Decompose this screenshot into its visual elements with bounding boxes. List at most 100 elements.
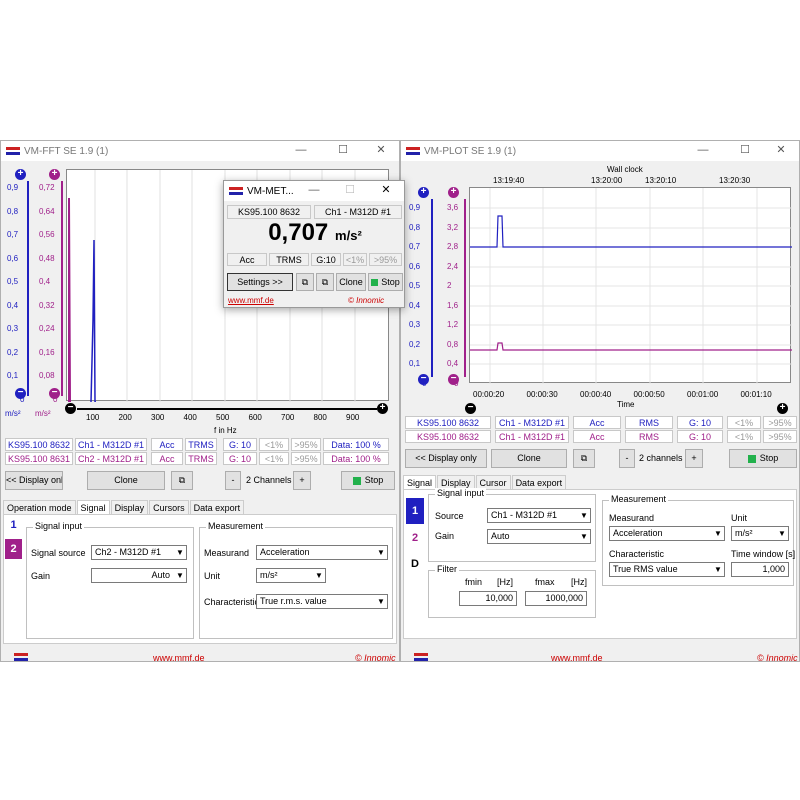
- plot-ch-tab-1[interactable]: 1: [406, 498, 424, 524]
- plot-unit-label: Unit: [731, 513, 748, 523]
- fft-channels-plus-button[interactable]: +: [293, 471, 311, 490]
- meter-settings-button[interactable]: Settings >>: [227, 273, 293, 291]
- meter-copy1-button[interactable]: ⧉: [296, 273, 314, 291]
- plot-x-zoom-out-icon[interactable]: −: [465, 403, 476, 414]
- fft-purple-zoom-out-icon[interactable]: −: [49, 388, 60, 399]
- fft-blue-zoom-out-icon[interactable]: −: [15, 388, 26, 399]
- fft-tab-operation-mode[interactable]: Operation mode: [3, 500, 76, 515]
- meter-link[interactable]: www.mmf.de: [228, 296, 274, 305]
- fft-gain-select[interactable]: Auto ▼: [91, 568, 187, 583]
- plot-tw-label: Time window [s]: [731, 549, 796, 559]
- minimize-icon[interactable]: —: [683, 141, 723, 161]
- fft-stop-button[interactable]: Stop: [341, 471, 395, 490]
- meter-stop-button[interactable]: Stop: [368, 273, 403, 291]
- fft-y-tick-blue: 0,3: [7, 324, 19, 333]
- meter-copy2-button[interactable]: ⧉: [316, 273, 334, 291]
- close-icon[interactable]: ✕: [761, 141, 799, 161]
- meter-gain: G:10: [311, 253, 341, 266]
- plot-blue-zoom-out-icon[interactable]: −: [418, 374, 429, 385]
- maximize-icon[interactable]: ☐: [323, 141, 363, 161]
- plot-y-tick-blue: 0,9: [409, 203, 421, 212]
- plot-char-select[interactable]: True RMS value ▼: [609, 562, 725, 577]
- fft-x-tick: 600: [248, 413, 262, 422]
- fft-row2-lo: <1%: [259, 452, 289, 465]
- plot-stop-button[interactable]: Stop: [729, 449, 797, 468]
- fft-y-tick-blue: 0,9: [7, 183, 19, 192]
- plot-clone-button[interactable]: Clone: [491, 449, 567, 468]
- fft-blue-zoom-in-icon[interactable]: +: [15, 169, 26, 180]
- plot-y-tick-purple: 2,4: [447, 261, 459, 271]
- fft-x-zoom-out-icon[interactable]: −: [65, 403, 76, 414]
- fft-char-label: Characteristic: [204, 597, 260, 607]
- fft-measurand-select[interactable]: Acceleration ▼: [256, 545, 388, 560]
- fft-x-tick: 100: [86, 413, 100, 422]
- app-logo-icon: [6, 147, 20, 155]
- app-logo-icon: [406, 147, 420, 155]
- fft-channels-minus-button[interactable]: -: [225, 471, 241, 490]
- meter-low: <1%: [343, 253, 367, 266]
- plot-x-tick: 00:01:00: [687, 390, 719, 399]
- plot-channels-plus-button[interactable]: +: [685, 449, 703, 468]
- fft-copyright: © Innomic: [355, 653, 396, 662]
- fft-y-tick-blue: 0,8: [7, 206, 19, 216]
- plot-link[interactable]: www.mmf.de: [551, 653, 603, 661]
- fft-tab-cursors[interactable]: Cursors: [149, 500, 189, 515]
- plot-fmin-unit: [Hz]: [497, 577, 514, 587]
- fft-x-zoom-in-icon[interactable]: +: [377, 403, 388, 414]
- plot-filter-title: Filter: [435, 564, 459, 574]
- fft-signal-source-select[interactable]: Ch2 - M312D #1 ▼: [91, 545, 187, 560]
- plot-ch-tab-2[interactable]: 2: [406, 528, 424, 548]
- plot-x-zoom-in-icon[interactable]: +: [777, 403, 788, 414]
- plot-fmax-input[interactable]: 1000,000: [525, 591, 587, 606]
- meter-stop-label: Stop: [381, 277, 400, 287]
- fft-purple-zoom-in-icon[interactable]: +: [49, 169, 60, 180]
- fft-clone-button[interactable]: Clone: [87, 471, 165, 490]
- fft-copy-button[interactable]: ⧉: [171, 471, 193, 490]
- minimize-icon[interactable]: —: [281, 141, 321, 161]
- fft-display-only-button[interactable]: << Display only: [5, 471, 63, 490]
- plot-display-only-button[interactable]: << Display only: [405, 449, 487, 468]
- maximize-icon[interactable]: ☐: [725, 141, 765, 161]
- plot-copy-button[interactable]: ⧉: [573, 449, 595, 468]
- plot-measurand-label: Measurand: [609, 513, 655, 523]
- plot-source-value: Ch1 - M312D #1: [491, 510, 558, 520]
- plot-purple-zoom-in-icon[interactable]: +: [448, 187, 459, 198]
- fft-tab-display[interactable]: Display: [110, 500, 149, 515]
- chevron-down-icon: ▼: [315, 571, 323, 580]
- fft-char-select[interactable]: True r.m.s. value ▼: [256, 594, 388, 609]
- chevron-down-icon: ▼: [176, 548, 184, 557]
- fft-link[interactable]: www.mmf.de: [153, 653, 205, 661]
- plot-purple-zoom-out-icon[interactable]: −: [448, 374, 459, 385]
- fft-ch-tab-1[interactable]: 1: [5, 519, 22, 535]
- plot-ch-tab-d[interactable]: D: [406, 554, 424, 574]
- fft-tab-data-export[interactable]: Data export: [189, 500, 245, 515]
- plot-measurand-select[interactable]: Acceleration ▼: [609, 526, 725, 541]
- plot-tw-input[interactable]: 1,000: [731, 562, 789, 577]
- maximize-icon[interactable]: ☐: [330, 181, 370, 201]
- plot-plot-area[interactable]: [469, 187, 792, 384]
- fft-unit-label: Unit: [204, 571, 221, 581]
- close-icon[interactable]: ✕: [361, 141, 399, 161]
- fft-row2-mode: TRMS: [185, 452, 217, 465]
- fft-ch-tab-2[interactable]: 2: [5, 539, 22, 559]
- plot-unit-select[interactable]: m/s² ▼: [731, 526, 789, 541]
- close-icon[interactable]: ✕: [366, 181, 404, 201]
- plot-y-tick-purple: 1,6: [447, 300, 459, 310]
- fft-y-tick-purple: 0,56: [39, 230, 55, 239]
- fft-y-tick-purple: 0,48: [39, 253, 55, 263]
- plot-tab-signal[interactable]: Signal: [403, 475, 437, 490]
- plot-fmin-input[interactable]: 10,000: [459, 591, 517, 606]
- meter-clone-button[interactable]: Clone: [336, 273, 366, 291]
- plot-source-select[interactable]: Ch1 - M312D #1 ▼: [487, 508, 591, 523]
- plot-tab-data-export[interactable]: Data export: [511, 475, 567, 490]
- fft-row2-data: Data: 100 %: [323, 452, 389, 465]
- fft-unit-select[interactable]: m/s² ▼: [256, 568, 326, 583]
- fft-x-tick: 500: [216, 413, 230, 422]
- fft-x-tick: 200: [118, 413, 132, 422]
- minimize-icon[interactable]: —: [294, 181, 334, 201]
- fft-tab-signal[interactable]: Signal: [76, 500, 110, 515]
- plot-gain-select[interactable]: Auto ▼: [487, 529, 591, 544]
- stop-green-icon: [747, 454, 756, 463]
- plot-blue-zoom-in-icon[interactable]: +: [418, 187, 429, 198]
- plot-channels-minus-button[interactable]: -: [619, 449, 635, 468]
